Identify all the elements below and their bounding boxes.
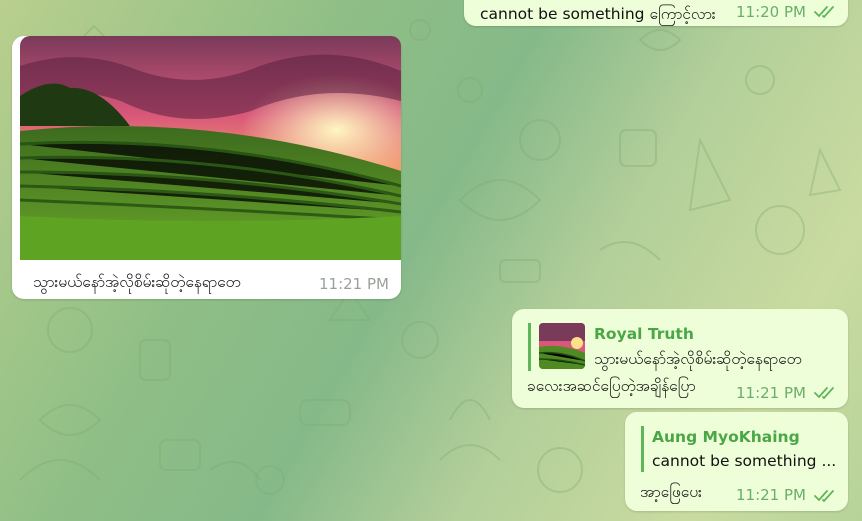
- reply-author: Aung MyoKhaing: [652, 428, 800, 446]
- message-time: 11:20 PM: [736, 3, 806, 21]
- incoming-photo-message[interactable]: သွားမယ်နော်အဲ့လိုစိမ်းဆိုတဲ့နေရာတေ 11:21…: [12, 36, 401, 299]
- vineyard-photo[interactable]: [20, 36, 401, 260]
- reply-thumbnail: [539, 323, 585, 369]
- double-check-icon: [814, 490, 834, 503]
- message-text: အာ့ဖြေပေး: [640, 483, 702, 501]
- reply-snippet: သွားမယ်နော်အဲ့လိုစိမ်းဆိုတဲ့နေရာတေ: [594, 350, 802, 368]
- outgoing-reply-message[interactable]: Aung MyoKhaing cannot be something ... အ…: [625, 412, 848, 511]
- photo-caption: သွားမယ်နော်အဲ့လိုစိမ်းဆိုတဲ့နေရာတေ: [33, 273, 241, 291]
- double-check-icon: [814, 387, 834, 400]
- message-text: cannot be something ကြောင့်လား: [480, 5, 716, 23]
- outgoing-reply-message[interactable]: Royal Truth သွားမယ်နော်အဲ့လိုစိမ်းဆိုတဲ့…: [512, 309, 848, 408]
- double-check-icon: [814, 6, 834, 19]
- reply-quote[interactable]: Aung MyoKhaing cannot be something ...: [641, 426, 837, 472]
- message-time: 11:21 PM: [736, 384, 806, 402]
- reply-snippet: cannot be something ...: [652, 452, 837, 470]
- outgoing-message-top[interactable]: cannot be something ကြောင့်လား 11:20 PM: [464, 0, 848, 26]
- message-time: 11:21 PM: [319, 275, 389, 293]
- reply-quote[interactable]: Royal Truth သွားမယ်နော်အဲ့လိုစိမ်းဆိုတဲ့…: [528, 323, 831, 371]
- message-text: ခလေးအဆင်ပြေတဲ့အချိန်ပြော: [527, 377, 696, 395]
- message-time: 11:21 PM: [736, 486, 806, 504]
- reply-author: Royal Truth: [594, 325, 694, 343]
